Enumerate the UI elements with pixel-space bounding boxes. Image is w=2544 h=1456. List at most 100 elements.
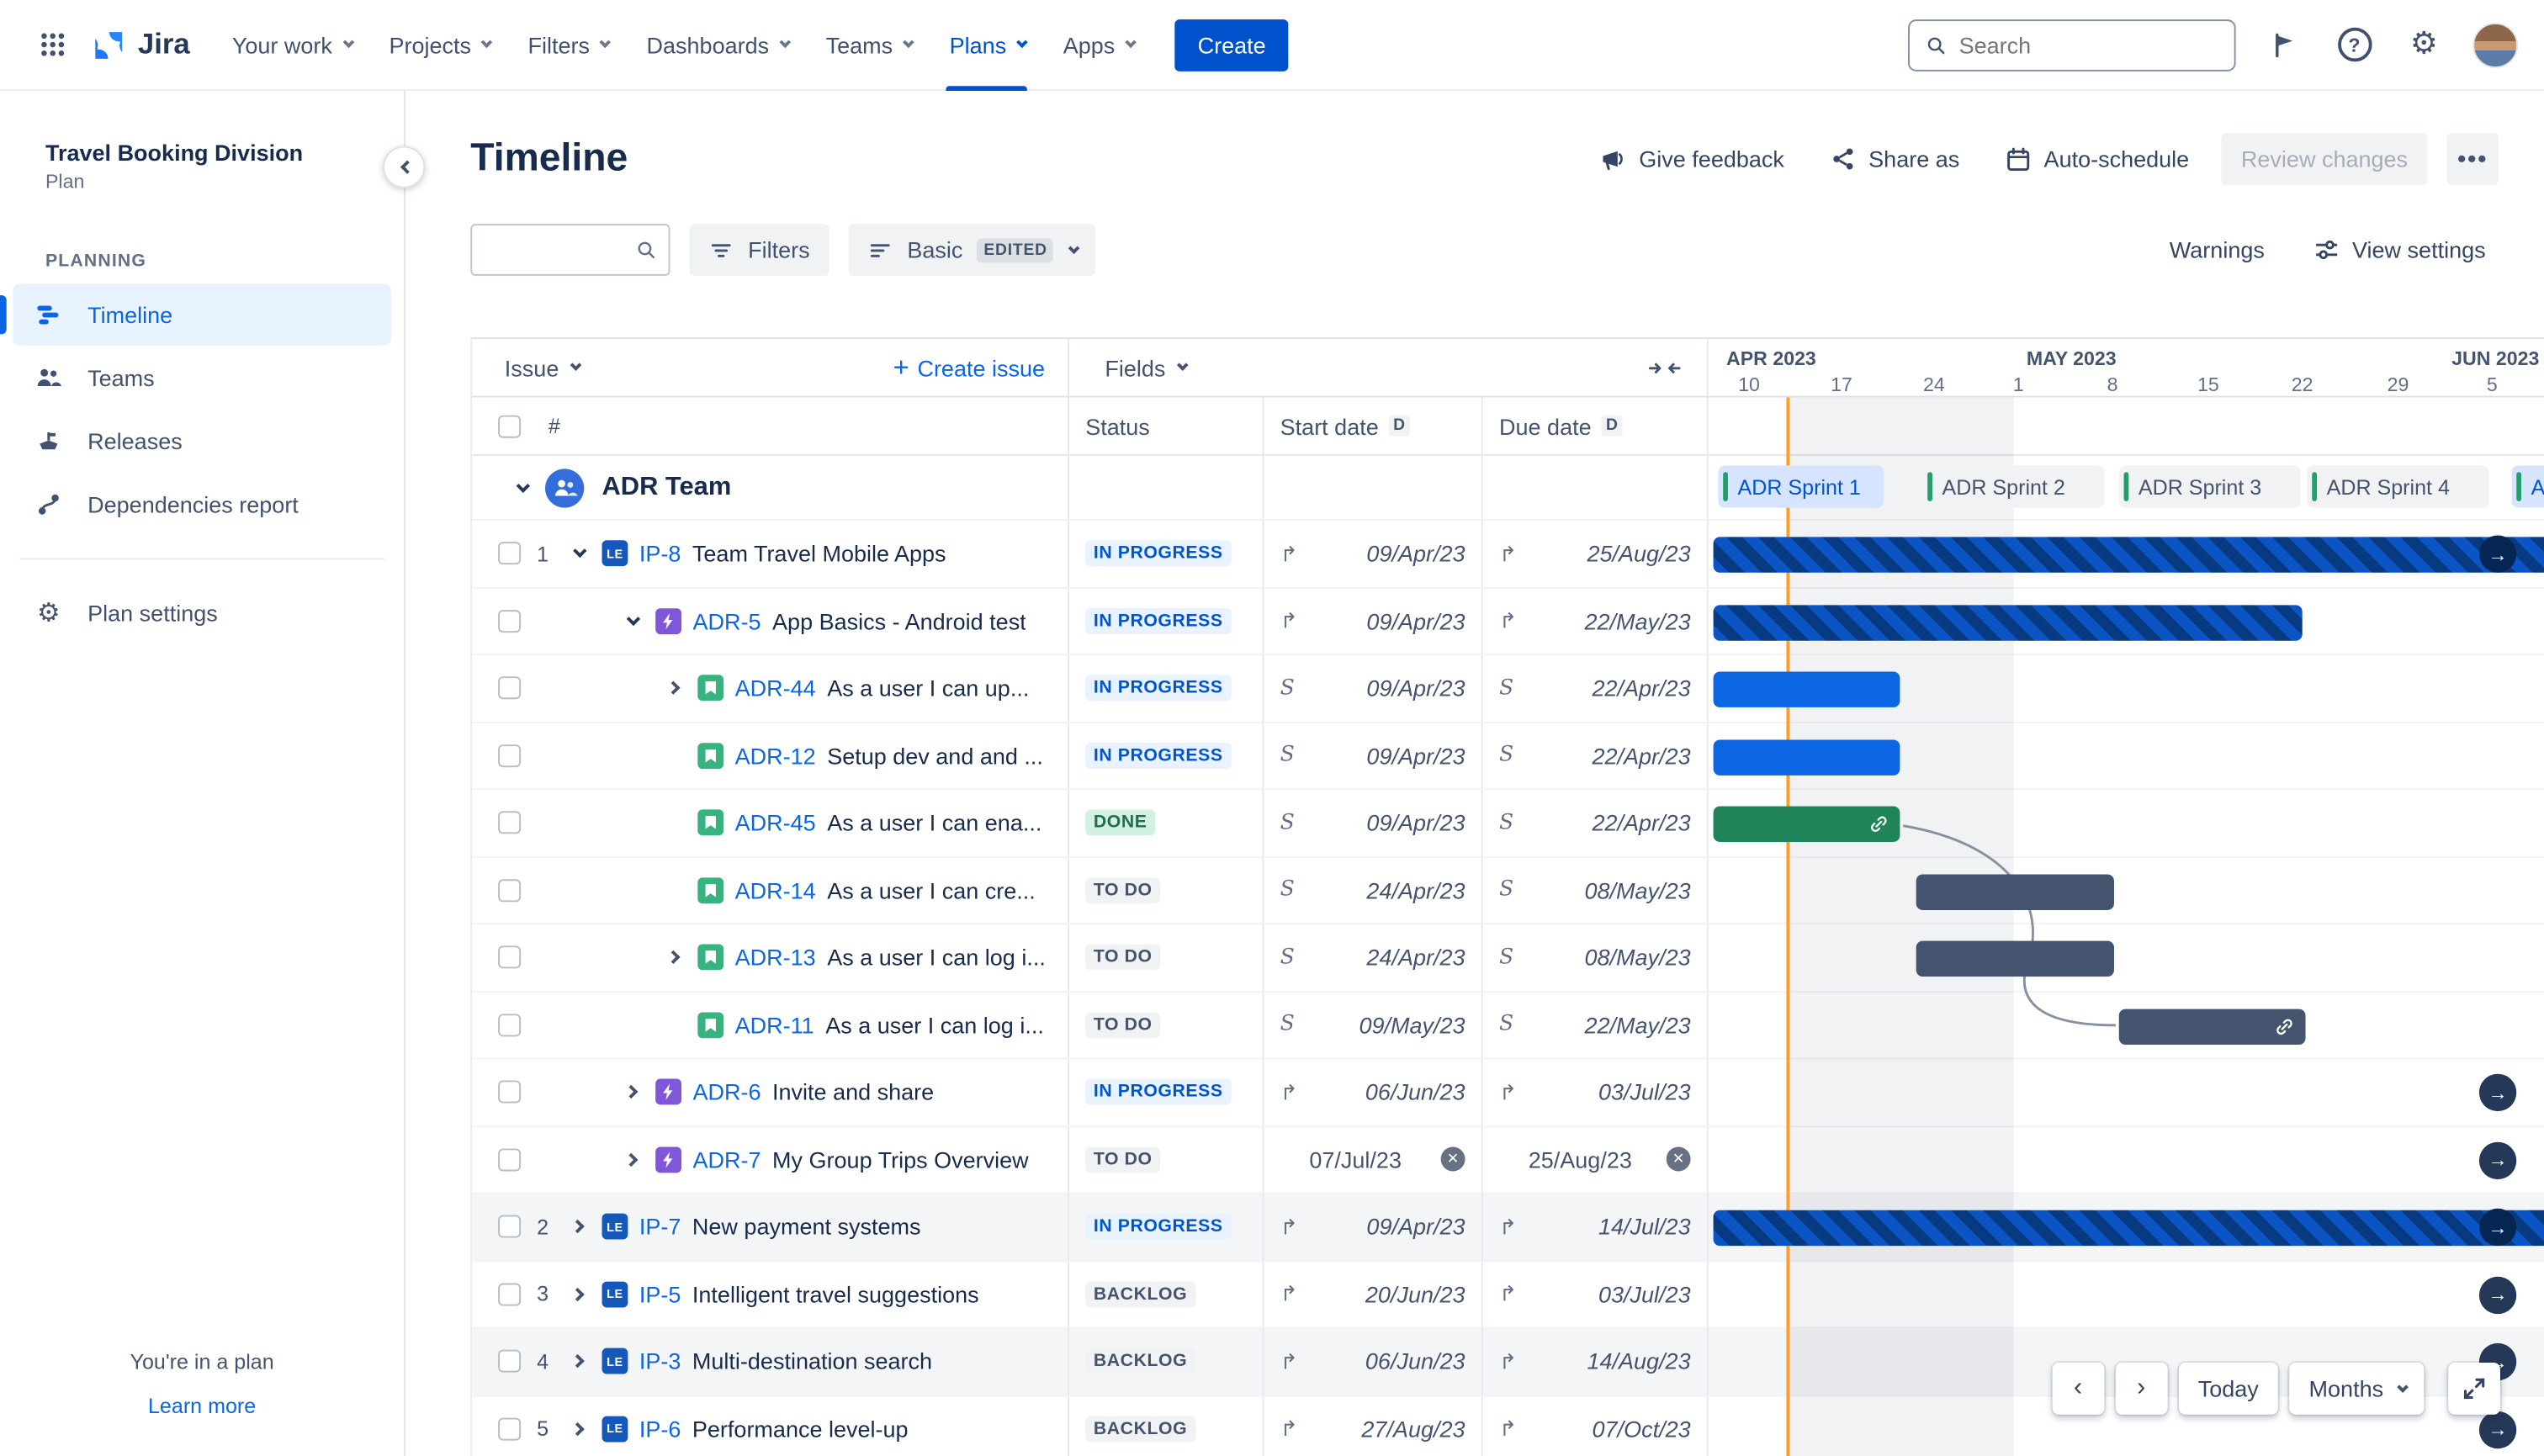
issue-summary[interactable]: As a user I can log i... xyxy=(827,945,1046,971)
row-checkbox[interactable] xyxy=(498,1350,522,1374)
sprint-chip[interactable]: ADR Sprint 1 xyxy=(1718,465,1884,508)
gantt-bar-ip-8[interactable] xyxy=(1713,537,2544,573)
offscreen-bar-arrow[interactable]: → xyxy=(2478,1073,2517,1112)
sidebar-item-timeline[interactable]: Timeline xyxy=(0,283,391,346)
issue-key[interactable]: ADR-44 xyxy=(735,675,816,702)
sprint-chip[interactable]: ADR Sprint 2 xyxy=(1922,465,2105,508)
fullscreen-button[interactable] xyxy=(2448,1363,2500,1415)
expand-toggle-icon[interactable] xyxy=(618,1146,644,1173)
row-checkbox[interactable] xyxy=(498,1417,522,1441)
issue-summary[interactable]: Multi-destination search xyxy=(692,1348,932,1374)
user-avatar[interactable] xyxy=(2472,22,2519,68)
row-checkbox[interactable] xyxy=(498,676,522,700)
issue-key[interactable]: IP-7 xyxy=(639,1214,681,1240)
settings-gear-icon[interactable]: ⚙ xyxy=(2403,24,2445,66)
issue-key[interactable]: IP-5 xyxy=(639,1281,681,1307)
status-lozenge[interactable]: BACKLOG xyxy=(1085,1348,1195,1375)
status-lozenge[interactable]: TO DO xyxy=(1085,944,1161,971)
global-search[interactable] xyxy=(1908,19,2236,71)
fields-header-label[interactable]: Fields xyxy=(1105,354,1165,380)
collapse-columns-button[interactable] xyxy=(1648,357,1681,377)
more-actions-button[interactable]: ••• xyxy=(2446,133,2499,185)
auto-schedule-button[interactable]: Auto-schedule xyxy=(1992,133,2202,185)
sprint-chip[interactable]: ADR Sprint 3 xyxy=(2118,465,2301,508)
search-input[interactable] xyxy=(1958,31,2218,58)
expand-toggle-icon[interactable] xyxy=(660,675,686,702)
status-lozenge[interactable]: BACKLOG xyxy=(1085,1416,1195,1443)
gantt-bar-adr-12[interactable] xyxy=(1713,739,1900,775)
offscreen-bar-arrow[interactable]: → xyxy=(2478,1410,2517,1448)
issue-summary[interactable]: As a user I can up... xyxy=(827,675,1029,702)
view-mode-button[interactable]: Basic EDITED xyxy=(848,224,1096,276)
gantt-bar-adr-13[interactable] xyxy=(1916,940,2114,977)
today-button[interactable]: Today xyxy=(2178,1363,2278,1415)
due-date-column-header[interactable]: Due date D xyxy=(1483,397,1709,455)
issue-header-label[interactable]: Issue xyxy=(505,354,559,380)
issue-summary[interactable]: As a user I can ena... xyxy=(827,810,1041,836)
gantt-bar-adr-5[interactable] xyxy=(1713,604,2303,640)
issue-key[interactable]: ADR-6 xyxy=(693,1079,761,1105)
scroll-to-bar-arrow[interactable]: → xyxy=(2478,1208,2517,1247)
sidebar-item-teams[interactable]: Teams xyxy=(13,347,390,409)
learn-more-link[interactable]: Learn more xyxy=(148,1394,256,1418)
scroll-right-button[interactable]: › xyxy=(2115,1363,2168,1415)
issue-key[interactable]: IP-6 xyxy=(639,1416,681,1442)
row-checkbox[interactable] xyxy=(498,609,522,633)
sidebar-item-plan-settings[interactable]: ⚙ Plan settings xyxy=(13,582,390,643)
issue-key[interactable]: IP-8 xyxy=(639,541,681,567)
clear-date-button[interactable]: ✕ xyxy=(1440,1147,1465,1172)
issue-key[interactable]: ADR-11 xyxy=(735,1012,814,1038)
issue-summary[interactable]: Performance level-up xyxy=(692,1416,909,1442)
nav-item-filters[interactable]: Filters xyxy=(508,0,627,90)
sidebar-item-releases[interactable]: Releases xyxy=(13,410,390,472)
select-all-checkbox[interactable] xyxy=(498,414,522,437)
issue-key[interactable]: ADR-45 xyxy=(735,810,816,836)
scroll-left-button[interactable]: ‹ xyxy=(2052,1363,2104,1415)
share-as-button[interactable]: Share as xyxy=(1816,133,1972,185)
gantt-bar-adr-44[interactable] xyxy=(1713,671,1900,707)
clear-date-button[interactable]: ✕ xyxy=(1666,1147,1691,1172)
issue-summary[interactable]: Intelligent travel suggestions xyxy=(692,1281,979,1307)
zoom-level-select[interactable]: Months xyxy=(2289,1363,2425,1415)
app-switcher-icon[interactable] xyxy=(26,19,78,71)
row-checkbox[interactable] xyxy=(498,1283,522,1306)
issue-key[interactable]: ADR-14 xyxy=(735,877,816,903)
row-checkbox[interactable] xyxy=(498,811,522,834)
nav-item-teams[interactable]: Teams xyxy=(806,0,930,90)
expand-toggle-icon[interactable] xyxy=(660,945,686,971)
issue-summary[interactable]: As a user I can log i... xyxy=(825,1012,1044,1038)
status-lozenge[interactable]: TO DO xyxy=(1085,1146,1161,1173)
issue-key[interactable]: ADR-13 xyxy=(735,945,816,971)
scroll-to-bar-arrow[interactable]: → xyxy=(2478,535,2517,573)
status-lozenge[interactable]: IN PROGRESS xyxy=(1085,1079,1232,1105)
sprint-chip[interactable]: AD xyxy=(2511,465,2544,508)
gantt-bar-ip-7[interactable] xyxy=(1713,1210,2544,1247)
help-icon[interactable]: ? xyxy=(2333,24,2375,66)
give-feedback-button[interactable]: Give feedback xyxy=(1587,133,1798,185)
issue-key[interactable]: IP-3 xyxy=(639,1348,681,1374)
expand-toggle-icon[interactable] xyxy=(564,1416,591,1442)
expand-toggle-icon[interactable] xyxy=(618,608,644,634)
status-lozenge[interactable]: BACKLOG xyxy=(1085,1281,1195,1307)
status-lozenge[interactable]: IN PROGRESS xyxy=(1085,607,1232,634)
sidebar-item-dependencies-report[interactable]: Dependencies report xyxy=(13,474,390,535)
issue-summary[interactable]: Invite and share xyxy=(772,1079,934,1105)
status-column-header[interactable]: Status xyxy=(1069,397,1264,455)
nav-item-projects[interactable]: Projects xyxy=(369,0,508,90)
row-checkbox[interactable] xyxy=(498,945,522,969)
issue-key[interactable]: ADR-12 xyxy=(735,743,816,769)
row-checkbox[interactable] xyxy=(498,878,522,902)
collapse-team-icon[interactable] xyxy=(508,474,534,500)
warnings-button[interactable]: Warnings xyxy=(2156,224,2277,276)
view-settings-button[interactable]: View settings xyxy=(2300,224,2499,276)
gantt-bar-adr-11[interactable] xyxy=(2118,1008,2306,1045)
gantt-bar-adr-14[interactable] xyxy=(1916,873,2114,909)
expand-toggle-icon[interactable] xyxy=(564,1281,591,1307)
row-checkbox[interactable] xyxy=(498,542,522,565)
nav-item-dashboards[interactable]: Dashboards xyxy=(627,0,806,90)
issue-key[interactable]: ADR-7 xyxy=(693,1146,761,1173)
status-lozenge[interactable]: DONE xyxy=(1085,809,1156,836)
status-lozenge[interactable]: IN PROGRESS xyxy=(1085,540,1232,567)
announcements-flag-icon[interactable] xyxy=(2263,24,2305,66)
issue-summary[interactable]: App Basics - Android test xyxy=(772,608,1026,634)
